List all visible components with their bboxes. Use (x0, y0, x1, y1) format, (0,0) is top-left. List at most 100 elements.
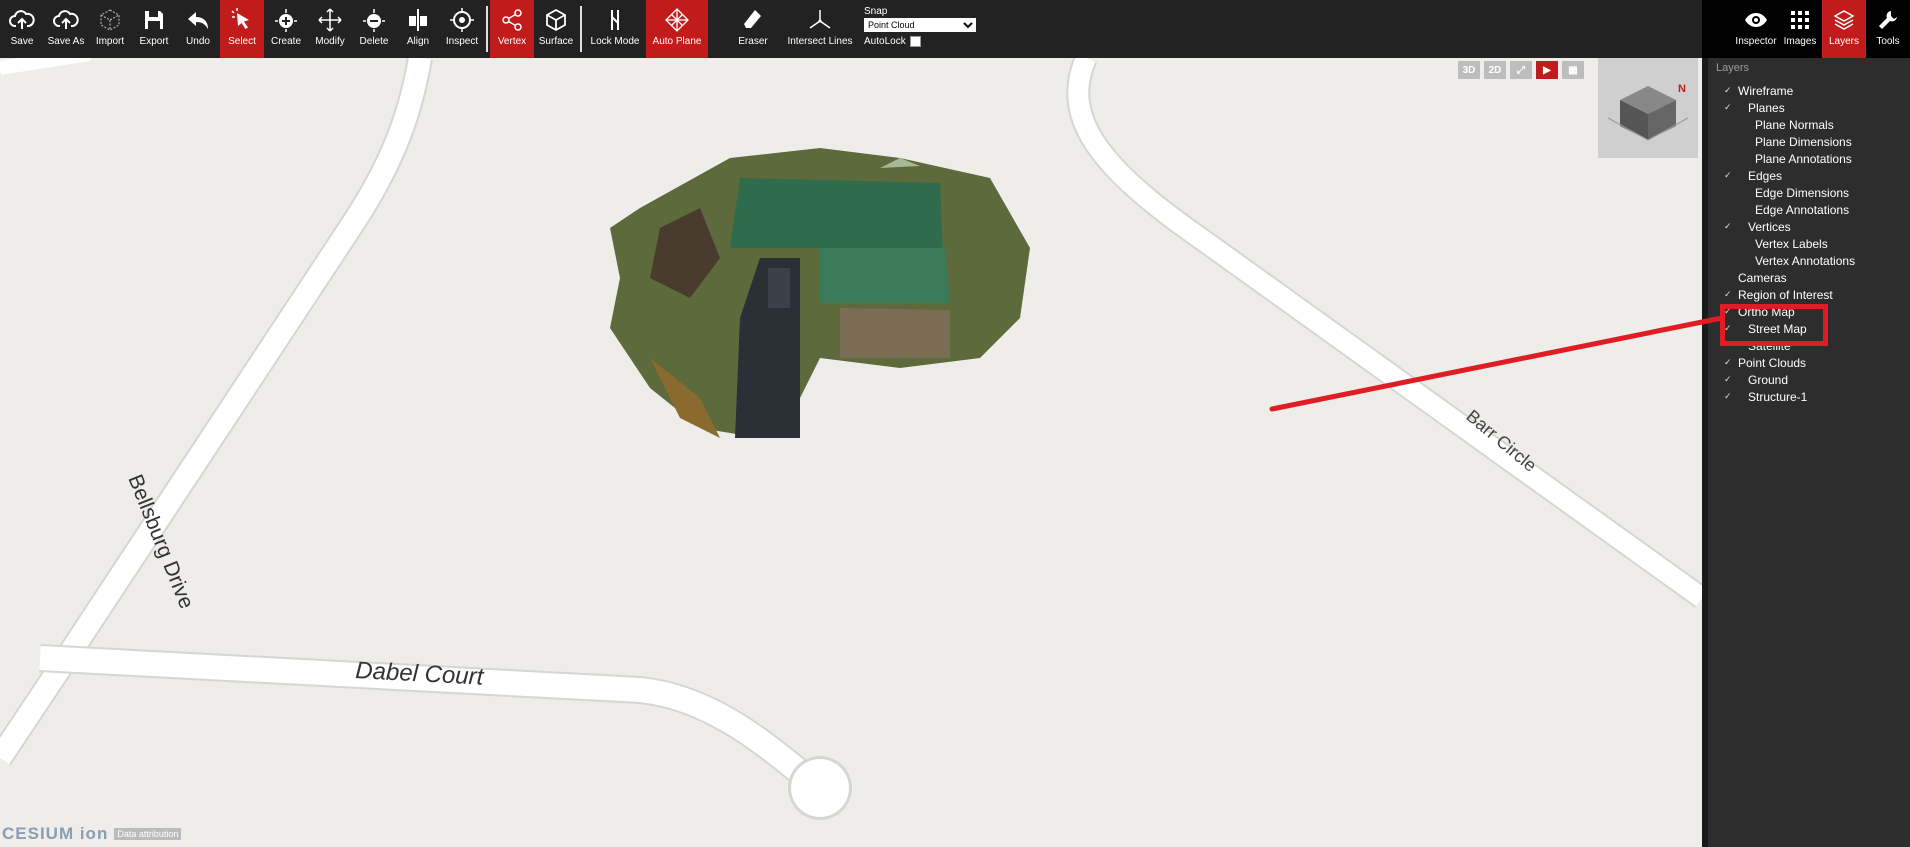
lock-mode-button[interactable]: Lock Mode (584, 0, 646, 58)
layer-item-wireframe[interactable]: ✓ Wireframe (1708, 82, 1910, 99)
layer-checkmark[interactable]: ✓ (1724, 221, 1734, 232)
create-button[interactable]: Create (264, 0, 308, 58)
snap-select[interactable]: Point Cloud (864, 18, 976, 32)
grid-diamond-icon (665, 8, 689, 32)
cloud-upload-icon (9, 10, 35, 29)
layer-item-plane-dimensions[interactable]: Plane Dimensions (1708, 133, 1910, 150)
minus-circle-icon (363, 9, 385, 32)
layer-label: Wireframe (1738, 83, 1794, 98)
layer-checkmark[interactable]: ✓ (1724, 323, 1734, 334)
surface-button[interactable]: Surface (534, 0, 578, 58)
layer-label: Plane Dimensions (1755, 134, 1852, 149)
tab-layers[interactable]: Layers (1822, 0, 1866, 58)
layer-item-edges[interactable]: ✓ Edges (1708, 167, 1910, 184)
layer-item-street-map[interactable]: ✓ Street Map (1708, 320, 1910, 337)
floppy-icon (145, 11, 163, 29)
eraser-icon (744, 10, 761, 28)
view-3d-button[interactable]: 3D (1458, 61, 1480, 79)
wrench-icon (1879, 11, 1897, 29)
layer-label: Plane Annotations (1755, 151, 1852, 166)
layer-label: Satellite (1748, 338, 1791, 353)
move-arrows-icon (318, 8, 342, 32)
layer-checkmark[interactable]: ✓ (1724, 306, 1734, 317)
layer-checkmark[interactable]: ✓ (1724, 289, 1734, 300)
eraser-button[interactable]: Eraser (722, 0, 784, 58)
layer-checkmark[interactable]: ✓ (1724, 170, 1734, 181)
align-button[interactable]: Align (396, 0, 440, 58)
layer-label: Vertex Annotations (1755, 253, 1856, 268)
layer-item-cameras[interactable]: Cameras (1708, 269, 1910, 286)
cloud-upload-icon (53, 10, 79, 29)
layer-item-planes[interactable]: ✓ Planes (1708, 99, 1910, 116)
export-button[interactable]: Export (132, 0, 176, 58)
lock-mode-icon (611, 10, 619, 30)
layer-item-plane-annotations[interactable]: Plane Annotations (1708, 150, 1910, 167)
layer-item-ground[interactable]: ✓ Ground (1708, 371, 1910, 388)
layer-item-point-clouds[interactable]: ✓ Point Clouds (1708, 354, 1910, 371)
layer-item-ortho-map[interactable]: ✓ Ortho Map (1708, 303, 1910, 320)
layer-checkmark[interactable]: ✓ (1724, 391, 1734, 402)
select-button[interactable]: Select (220, 0, 264, 58)
layer-item-vertices[interactable]: ✓ Vertices (1708, 218, 1910, 235)
modify-button[interactable]: Modify (308, 0, 352, 58)
snap-label: Snap (864, 6, 888, 17)
import-button[interactable]: Import (88, 0, 132, 58)
layer-checkmark[interactable]: ✓ (1724, 85, 1734, 96)
layer-label: Vertices (1748, 219, 1791, 234)
grid-view-icon[interactable]: ▦ (1562, 61, 1584, 79)
cesium-attribution: CESIUM ion Data attribution (2, 824, 182, 844)
layer-item-vertex-labels[interactable]: Vertex Labels (1708, 235, 1910, 252)
layer-item-vertex-annotations[interactable]: Vertex Annotations (1708, 252, 1910, 269)
cursor-icon (231, 8, 249, 29)
plus-circle-icon (275, 9, 297, 32)
cube-outline-icon (100, 9, 120, 31)
layer-item-edge-annotations[interactable]: Edge Annotations (1708, 201, 1910, 218)
undo-arrow-icon (188, 12, 208, 29)
layer-list: ✓ Wireframe ✓ Planes Plane Normals Plane Dime… (1708, 82, 1910, 405)
layer-label: Planes (1748, 100, 1785, 115)
layer-item-structure-1[interactable]: ✓ Structure-1 (1708, 388, 1910, 405)
street-map: Bellsburg Drive Dabel Court Barr Circle (0, 58, 1702, 820)
view-2d-button[interactable]: 2D (1484, 61, 1506, 79)
navigation-cube[interactable]: N (1598, 58, 1698, 158)
layers-panel: Layers ✓ Wireframe ✓ Planes Plane Normals Pla… (1702, 58, 1910, 847)
autolock-checkbox[interactable] (909, 36, 921, 47)
main-toolbar: Save Save As Import Export Undo Select C… (0, 0, 1702, 58)
tab-images[interactable]: Images (1778, 0, 1822, 58)
inspect-button[interactable]: Inspect (440, 0, 484, 58)
camera-icon[interactable]: ▶ (1536, 61, 1558, 79)
save-button[interactable]: Save (0, 0, 44, 58)
layer-item-satellite[interactable]: Satellite (1708, 337, 1910, 354)
tab-tools[interactable]: Tools (1866, 0, 1910, 58)
panel-title: Layers (1716, 62, 1750, 74)
cube-icon (546, 8, 566, 32)
map-viewport[interactable]: Bellsburg Drive Dabel Court Barr Circle … (0, 58, 1702, 847)
layer-label: Vertex Labels (1755, 236, 1828, 251)
right-panel-tabs: Inspector Images Layers Tools (1702, 0, 1910, 58)
snap-control: Snap Point Cloud AutoLock (856, 0, 976, 58)
point-cloud-structure (610, 148, 1030, 438)
layer-checkmark[interactable]: ✓ (1724, 374, 1734, 385)
layer-checkmark[interactable]: ✓ (1724, 102, 1734, 113)
undo-button[interactable]: Undo (176, 0, 220, 58)
tab-inspector[interactable]: Inspector (1734, 0, 1778, 58)
save-as-button[interactable]: Save As (44, 0, 88, 58)
layer-item-plane-normals[interactable]: Plane Normals (1708, 116, 1910, 133)
target-icon (450, 8, 474, 32)
layer-checkmark[interactable]: ✓ (1724, 357, 1734, 368)
auto-plane-button[interactable]: Auto Plane (646, 0, 708, 58)
layer-label: Edge Annotations (1755, 202, 1850, 217)
layer-label: Plane Normals (1755, 117, 1834, 132)
data-attribution-link[interactable]: Data attribution (114, 828, 182, 840)
vertex-button[interactable]: Vertex (490, 0, 534, 58)
layer-label: Edges (1748, 168, 1783, 183)
layer-item-edge-dimensions[interactable]: Edge Dimensions (1708, 184, 1910, 201)
delete-button[interactable]: Delete (352, 0, 396, 58)
cesium-logo: CESIUM ion (2, 824, 109, 843)
toolbar-divider (580, 6, 582, 52)
layer-item-region-of-interest[interactable]: ✓ Region of Interest (1708, 286, 1910, 303)
intersect-lines-button[interactable]: Intersect Lines (784, 0, 856, 58)
fullscreen-icon[interactable]: ⤢ (1510, 61, 1532, 79)
layer-label: Structure-1 (1748, 389, 1808, 404)
view-mode-buttons: 3D 2D ⤢ ▶ ▦ (1458, 61, 1584, 79)
